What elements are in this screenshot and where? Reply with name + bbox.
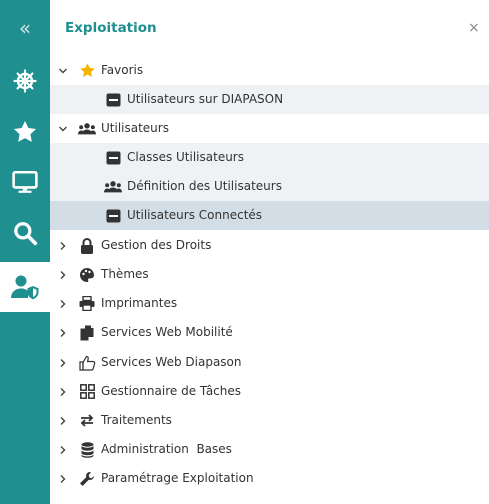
tree-item-label: Paramétrage Exploitation — [101, 471, 254, 485]
tree-item-classes-utilisateurs[interactable]: Classes Utilisateurs — [50, 143, 489, 172]
tree-item-label: Utilisateurs sur DIAPASON — [127, 92, 284, 106]
collapse-rail-button[interactable]: « — [0, 12, 50, 44]
chevron-down-icon[interactable] — [56, 56, 70, 85]
chevron-right-icon[interactable] — [56, 464, 70, 493]
rail-search-button[interactable] — [0, 212, 50, 254]
tree-item-label: Définition des Utilisateurs — [127, 179, 282, 193]
chevron-right-icon[interactable] — [56, 435, 70, 464]
wrench-icon — [78, 464, 96, 493]
tree-item-label: Thèmes — [101, 267, 149, 281]
rail-helm-button[interactable] — [0, 62, 50, 100]
tree-item-label: Imprimantes — [101, 296, 178, 310]
exploitation-panel: Exploitation × Favoris Utilisateurs sur … — [50, 0, 489, 504]
chevron-down-icon[interactable] — [56, 114, 70, 143]
database-icon — [78, 435, 96, 464]
tree-item-label: Administration Bases — [101, 442, 232, 456]
tree-item-label: Utilisateurs — [101, 121, 169, 135]
chevron-right-icon[interactable] — [56, 348, 70, 377]
tree-item-themes[interactable]: Thèmes — [50, 260, 489, 289]
rail-favorites-button[interactable] — [0, 112, 50, 152]
printer-icon — [78, 289, 96, 318]
grid-icon — [78, 377, 96, 406]
tree-item-imprimantes[interactable]: Imprimantes — [50, 289, 489, 318]
left-rail: « — [0, 0, 50, 504]
tree-item-label: Services Web Diapason — [101, 355, 242, 369]
chevron-right-icon[interactable] — [56, 318, 70, 347]
star-icon — [13, 120, 37, 142]
tree-item-services-web-diapason[interactable]: Services Web Diapason — [50, 348, 489, 377]
tree-item-services-web-mobilite[interactable]: Services Web Mobilité — [50, 318, 489, 347]
chevron-right-icon[interactable] — [56, 289, 70, 318]
close-icon[interactable]: × — [468, 20, 480, 36]
lock-icon — [78, 231, 96, 260]
tree-item-utilisateurs-connectes[interactable]: Utilisateurs Connectés — [50, 201, 489, 230]
tree-item-traitements[interactable]: Traitements — [50, 406, 489, 435]
tree-item-gestionnaire-de-taches[interactable]: Gestionnaire de Tâches — [50, 377, 489, 406]
star-icon — [78, 56, 96, 85]
tree-item-label: Services Web Mobilité — [101, 325, 233, 339]
monitor-icon — [12, 170, 38, 193]
user-shield-icon — [11, 275, 39, 300]
palette-icon — [78, 260, 96, 289]
tree-item-utilisateurs-sur-diapason[interactable]: Utilisateurs sur DIAPASON — [50, 85, 489, 114]
sync-arrows-icon — [78, 406, 96, 435]
tree-item-favoris[interactable]: Favoris — [50, 56, 489, 85]
tree-item-label: Utilisateurs Connectés — [127, 208, 263, 222]
chevron-right-icon[interactable] — [56, 231, 70, 260]
tree-item-parametrage-exploitation[interactable]: Paramétrage Exploitation — [50, 464, 489, 493]
documents-icon — [78, 318, 96, 347]
window-icon — [104, 143, 122, 172]
users-icon — [78, 114, 96, 143]
users-icon — [104, 172, 122, 201]
search-icon — [14, 222, 38, 246]
app: « Exploitation × Favoris Utilisateurs su… — [0, 0, 489, 504]
panel-title: Exploitation — [65, 20, 157, 36]
tree-item-gestion-des-droits[interactable]: Gestion des Droits — [50, 231, 489, 260]
window-icon — [104, 201, 122, 230]
tree-item-label: Classes Utilisateurs — [127, 150, 244, 164]
chevron-right-icon[interactable] — [56, 377, 70, 406]
tree-item-label: Favoris — [101, 63, 144, 77]
chevron-right-icon[interactable] — [56, 406, 70, 435]
tree-item-label: Traitements — [101, 413, 172, 427]
tree-item-utilisateurs[interactable]: Utilisateurs — [50, 114, 489, 143]
tree-item-label: Gestionnaire de Tâches — [101, 384, 242, 398]
tree-item-label: Gestion des Droits — [101, 238, 212, 252]
thumbs-up-icon — [78, 348, 96, 377]
helm-wheel-icon — [13, 69, 37, 93]
double-chevron-left-icon: « — [18, 16, 32, 40]
rail-users-rights-button[interactable] — [0, 262, 50, 312]
tree-item-definition-des-utilisateurs[interactable]: Définition des Utilisateurs — [50, 172, 489, 201]
chevron-right-icon[interactable] — [56, 260, 70, 289]
rail-monitor-button[interactable] — [0, 162, 50, 202]
tree-item-administration-bases[interactable]: Administration Bases — [50, 435, 489, 464]
window-icon — [104, 85, 122, 114]
